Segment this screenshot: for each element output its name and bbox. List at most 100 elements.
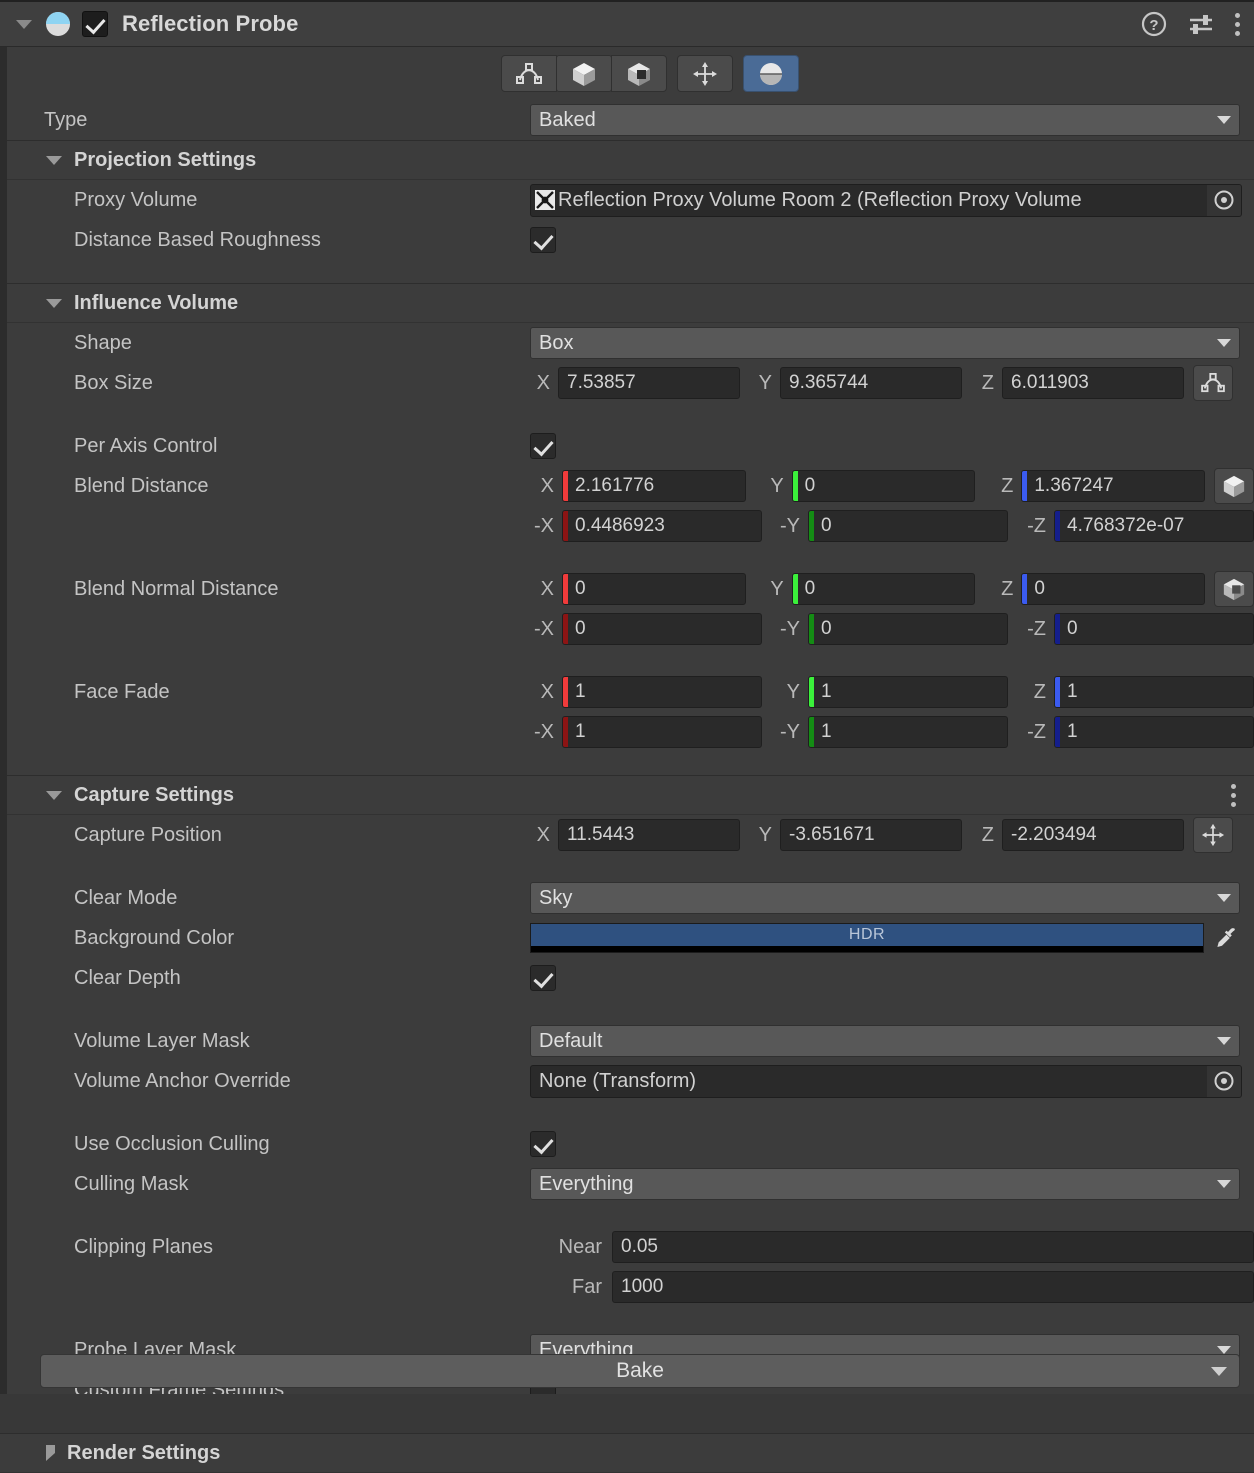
bake-button[interactable]: Bake xyxy=(40,1354,1240,1388)
section-render-settings[interactable]: Render Settings xyxy=(0,1433,1254,1473)
blend-distance-z-input[interactable]: 1.367247 xyxy=(1021,470,1206,502)
clipping-far-value: 1000 xyxy=(621,1276,664,1297)
chevron-down-icon xyxy=(1217,894,1231,902)
blend-normal-neg-y-input[interactable]: 0 xyxy=(808,613,1008,645)
capture-position-z-input[interactable]: -2.203494 xyxy=(1002,819,1184,851)
box-size-edit-button[interactable] xyxy=(1193,365,1233,401)
blend-normal-y-input[interactable]: 0 xyxy=(791,573,976,605)
face-fade-axis-x: X xyxy=(540,680,554,703)
shape-dropdown[interactable]: Box xyxy=(530,327,1240,359)
capture-position-x-input[interactable]: 11.5443 xyxy=(558,819,740,851)
box-size-x-input[interactable]: 7.53857 xyxy=(558,367,740,399)
object-picker-icon[interactable] xyxy=(1207,184,1241,216)
clear-depth-checkbox[interactable] xyxy=(530,965,556,991)
left-edge-strip xyxy=(0,47,7,1404)
blend-normal-neg-z-input[interactable]: 0 xyxy=(1054,613,1254,645)
chevron-down-icon[interactable] xyxy=(1211,1366,1227,1376)
volume-layer-mask-dropdown[interactable]: Default xyxy=(530,1025,1240,1057)
reflection-probe-icon xyxy=(44,10,72,38)
section-influence-volume[interactable]: Influence Volume xyxy=(0,283,1254,323)
face-fade-x-input[interactable]: 1 xyxy=(562,676,762,708)
shape-label: Shape xyxy=(74,331,132,354)
blend-distance-edit-button[interactable] xyxy=(1214,468,1254,504)
blend-normal-z-input[interactable]: 0 xyxy=(1021,573,1206,605)
clear-mode-dropdown[interactable]: Sky xyxy=(530,882,1240,914)
culling-mask-dropdown[interactable]: Everything xyxy=(530,1168,1240,1200)
blend-distance-neg-z-input[interactable]: 4.768372e-07 xyxy=(1054,510,1254,542)
component-enabled-checkbox[interactable] xyxy=(82,11,108,37)
kebab-menu-icon[interactable] xyxy=(1234,11,1240,37)
blend-normal-neg-x-value: 0 xyxy=(575,618,586,639)
render-settings-foldout-arrow[interactable] xyxy=(46,1445,55,1461)
blend-distance-neg-y-input[interactable]: 0 xyxy=(808,510,1008,542)
face-fade-z-value: 1 xyxy=(1067,681,1078,702)
influence-volume-tool[interactable] xyxy=(501,55,557,92)
blend-normal-axis-x: X xyxy=(540,577,554,600)
proxy-volume-field[interactable]: Reflection Proxy Volume Room 2 (Reflecti… xyxy=(530,183,1242,217)
face-fade-neg-y-value: 1 xyxy=(821,721,832,742)
face-fade-neg-y-input[interactable]: 1 xyxy=(808,716,1008,748)
blend-distance-axis-x: X xyxy=(540,474,554,497)
face-fade-neg-z-input[interactable]: 1 xyxy=(1054,716,1254,748)
volume-anchor-override-field[interactable]: None (Transform) xyxy=(530,1064,1242,1098)
blend-distance-x-input[interactable]: 2.161776 xyxy=(562,470,746,502)
section-capture-settings[interactable]: Capture Settings xyxy=(0,775,1254,815)
proxy-volume-value: Reflection Proxy Volume Room 2 (Reflecti… xyxy=(558,188,1082,211)
preset-settings-icon[interactable] xyxy=(1186,10,1216,38)
blend-normal-edit-button[interactable] xyxy=(1214,571,1254,607)
box-size-y-input[interactable]: 9.365744 xyxy=(780,367,962,399)
culling-mask-label: Culling Mask xyxy=(74,1172,189,1195)
capture-position-label: Capture Position xyxy=(74,823,222,846)
influence-foldout-arrow[interactable] xyxy=(46,298,62,308)
face-fade-z-input[interactable]: 1 xyxy=(1054,676,1254,708)
per-axis-control-checkbox[interactable] xyxy=(530,433,556,459)
probe-tool[interactable] xyxy=(743,55,799,92)
row-clear-mode: Clear Mode Sky xyxy=(0,878,1254,918)
type-value: Baked xyxy=(539,108,596,131)
face-fade-neg-x-input[interactable]: 1 xyxy=(562,716,762,748)
section-projection-settings[interactable]: Projection Settings xyxy=(0,140,1254,180)
background-color-hdr-label: HDR xyxy=(848,926,886,943)
component-foldout-arrow[interactable] xyxy=(16,19,32,29)
blend-normal-neg-y-value: 0 xyxy=(821,618,832,639)
chevron-down-icon xyxy=(1217,116,1231,124)
blend-volume-tool[interactable] xyxy=(611,55,667,92)
clipping-near-input[interactable]: 0.05 xyxy=(612,1231,1254,1263)
blend-distance-neg-x-input[interactable]: 0.4486923 xyxy=(562,510,762,542)
capture-position-move-button[interactable] xyxy=(1193,817,1233,853)
blend-distance-axis-y: Y xyxy=(770,474,784,497)
background-color-swatch[interactable]: HDR xyxy=(530,923,1204,953)
blend-normal-neg-x-input[interactable]: 0 xyxy=(562,613,762,645)
object-picker-icon[interactable] xyxy=(1207,1065,1241,1097)
box-volume-tool[interactable] xyxy=(556,55,612,92)
box-size-z-input[interactable]: 6.011903 xyxy=(1002,367,1184,399)
row-blend-distance-negative: -X 0.4486923 -Y 0 -Z 4.768372e-07 xyxy=(0,506,1254,546)
row-clipping-planes-far: Far 1000 xyxy=(0,1267,1254,1307)
chevron-down-icon xyxy=(1217,1180,1231,1188)
clear-mode-label: Clear Mode xyxy=(74,886,178,909)
face-fade-y-input[interactable]: 1 xyxy=(808,676,1008,708)
box-size-label: Box Size xyxy=(74,371,153,394)
clipping-planes-label: Clipping Planes xyxy=(74,1235,213,1258)
help-icon[interactable]: ? xyxy=(1140,10,1168,38)
projection-foldout-arrow[interactable] xyxy=(46,155,62,165)
blend-normal-neg-z-value: 0 xyxy=(1067,618,1078,639)
move-tool[interactable] xyxy=(677,55,733,92)
blend-normal-x-input[interactable]: 0 xyxy=(562,573,746,605)
capture-foldout-arrow[interactable] xyxy=(46,790,62,800)
capture-position-axis-y: Y xyxy=(758,823,772,846)
clipping-far-input[interactable]: 1000 xyxy=(612,1271,1254,1303)
distance-based-roughness-checkbox[interactable] xyxy=(530,227,556,253)
use-occlusion-culling-checkbox[interactable] xyxy=(530,1131,556,1157)
eyedropper-icon[interactable] xyxy=(1214,925,1240,951)
bake-button-label: Bake xyxy=(616,1359,664,1382)
blend-distance-y-input[interactable]: 0 xyxy=(791,470,976,502)
capture-position-y-input[interactable]: -3.651671 xyxy=(780,819,962,851)
capture-settings-kebab-menu-icon[interactable] xyxy=(1230,782,1236,808)
type-dropdown[interactable]: Baked xyxy=(530,104,1240,136)
